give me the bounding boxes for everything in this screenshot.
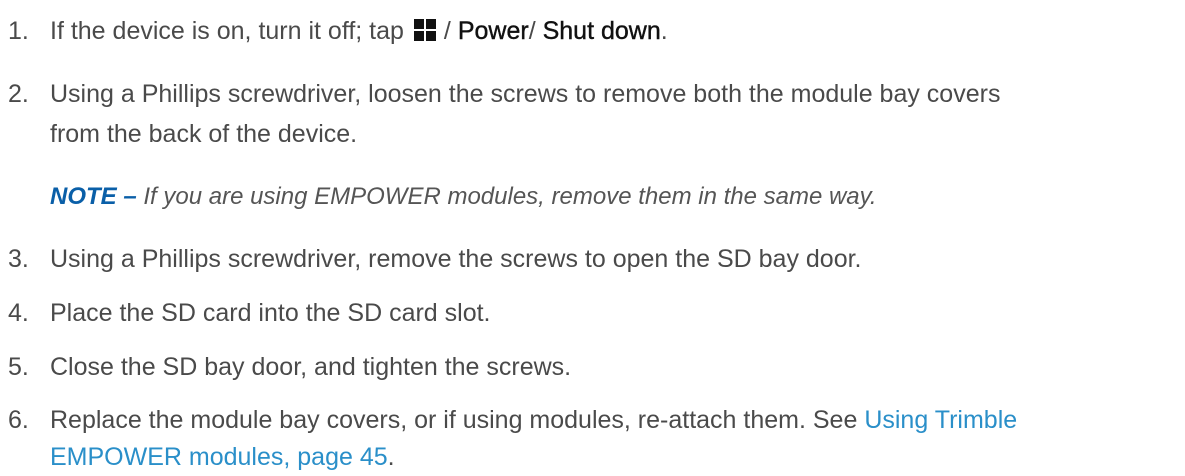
step-4: 4. Place the SD card into the SD card slo… — [8, 298, 491, 328]
note-label: NOTE – — [50, 183, 137, 210]
step-3: 3. Using a Phillips screwdriver, remove t… — [8, 244, 862, 274]
step-6: 6. Replace the module bay covers, or if u… — [8, 405, 1017, 435]
step-text: from the back of the device. — [50, 120, 358, 148]
step-2: 2. Using a Phillips screwdriver, loosen t… — [8, 79, 1000, 109]
step-text: Place the SD card into the SD card slot. — [50, 299, 491, 327]
step-number: 3. — [8, 245, 29, 273]
step-text: Close the SD bay door, and tighten the s… — [50, 353, 572, 381]
step-6-continued: EMPOWER modules, page 45. — [50, 442, 395, 472]
step-text: Replace the module bay covers, or if usi… — [50, 406, 858, 434]
separator: / — [528, 17, 536, 45]
step-5: 5. Close the SD bay door, and tighten the… — [8, 352, 571, 382]
separator: / — [443, 17, 451, 45]
step-number: 4. — [8, 299, 29, 327]
step-number: 6. — [8, 406, 29, 434]
step-end: . — [660, 17, 668, 45]
using-empower-modules-link[interactable]: Using Trimble — [864, 406, 1017, 434]
note-text: If you are using EMPOWER modules, remove… — [143, 183, 877, 210]
step-2-continued: from the back of the device. — [50, 119, 357, 149]
step-number: 1. — [8, 17, 29, 45]
menu-power: Power — [457, 17, 529, 45]
step-text: Using a Phillips screwdriver, loosen the… — [50, 80, 1001, 108]
using-empower-modules-link-continued[interactable]: EMPOWER modules, page 45 — [50, 443, 388, 471]
step-number: 2. — [8, 80, 29, 108]
note: NOTE – If you are using EMPOWER modules,… — [50, 182, 877, 212]
step-text: Using a Phillips screwdriver, remove the… — [50, 245, 862, 273]
step-text: If the device is on, turn it off; tap — [50, 17, 404, 45]
step-end: . — [387, 443, 395, 471]
step-1: 1. If the device is on, turn it off; tap /… — [8, 16, 668, 46]
windows-start-icon — [413, 19, 436, 41]
step-number: 5. — [8, 353, 29, 381]
menu-shut-down: Shut down — [542, 17, 661, 45]
